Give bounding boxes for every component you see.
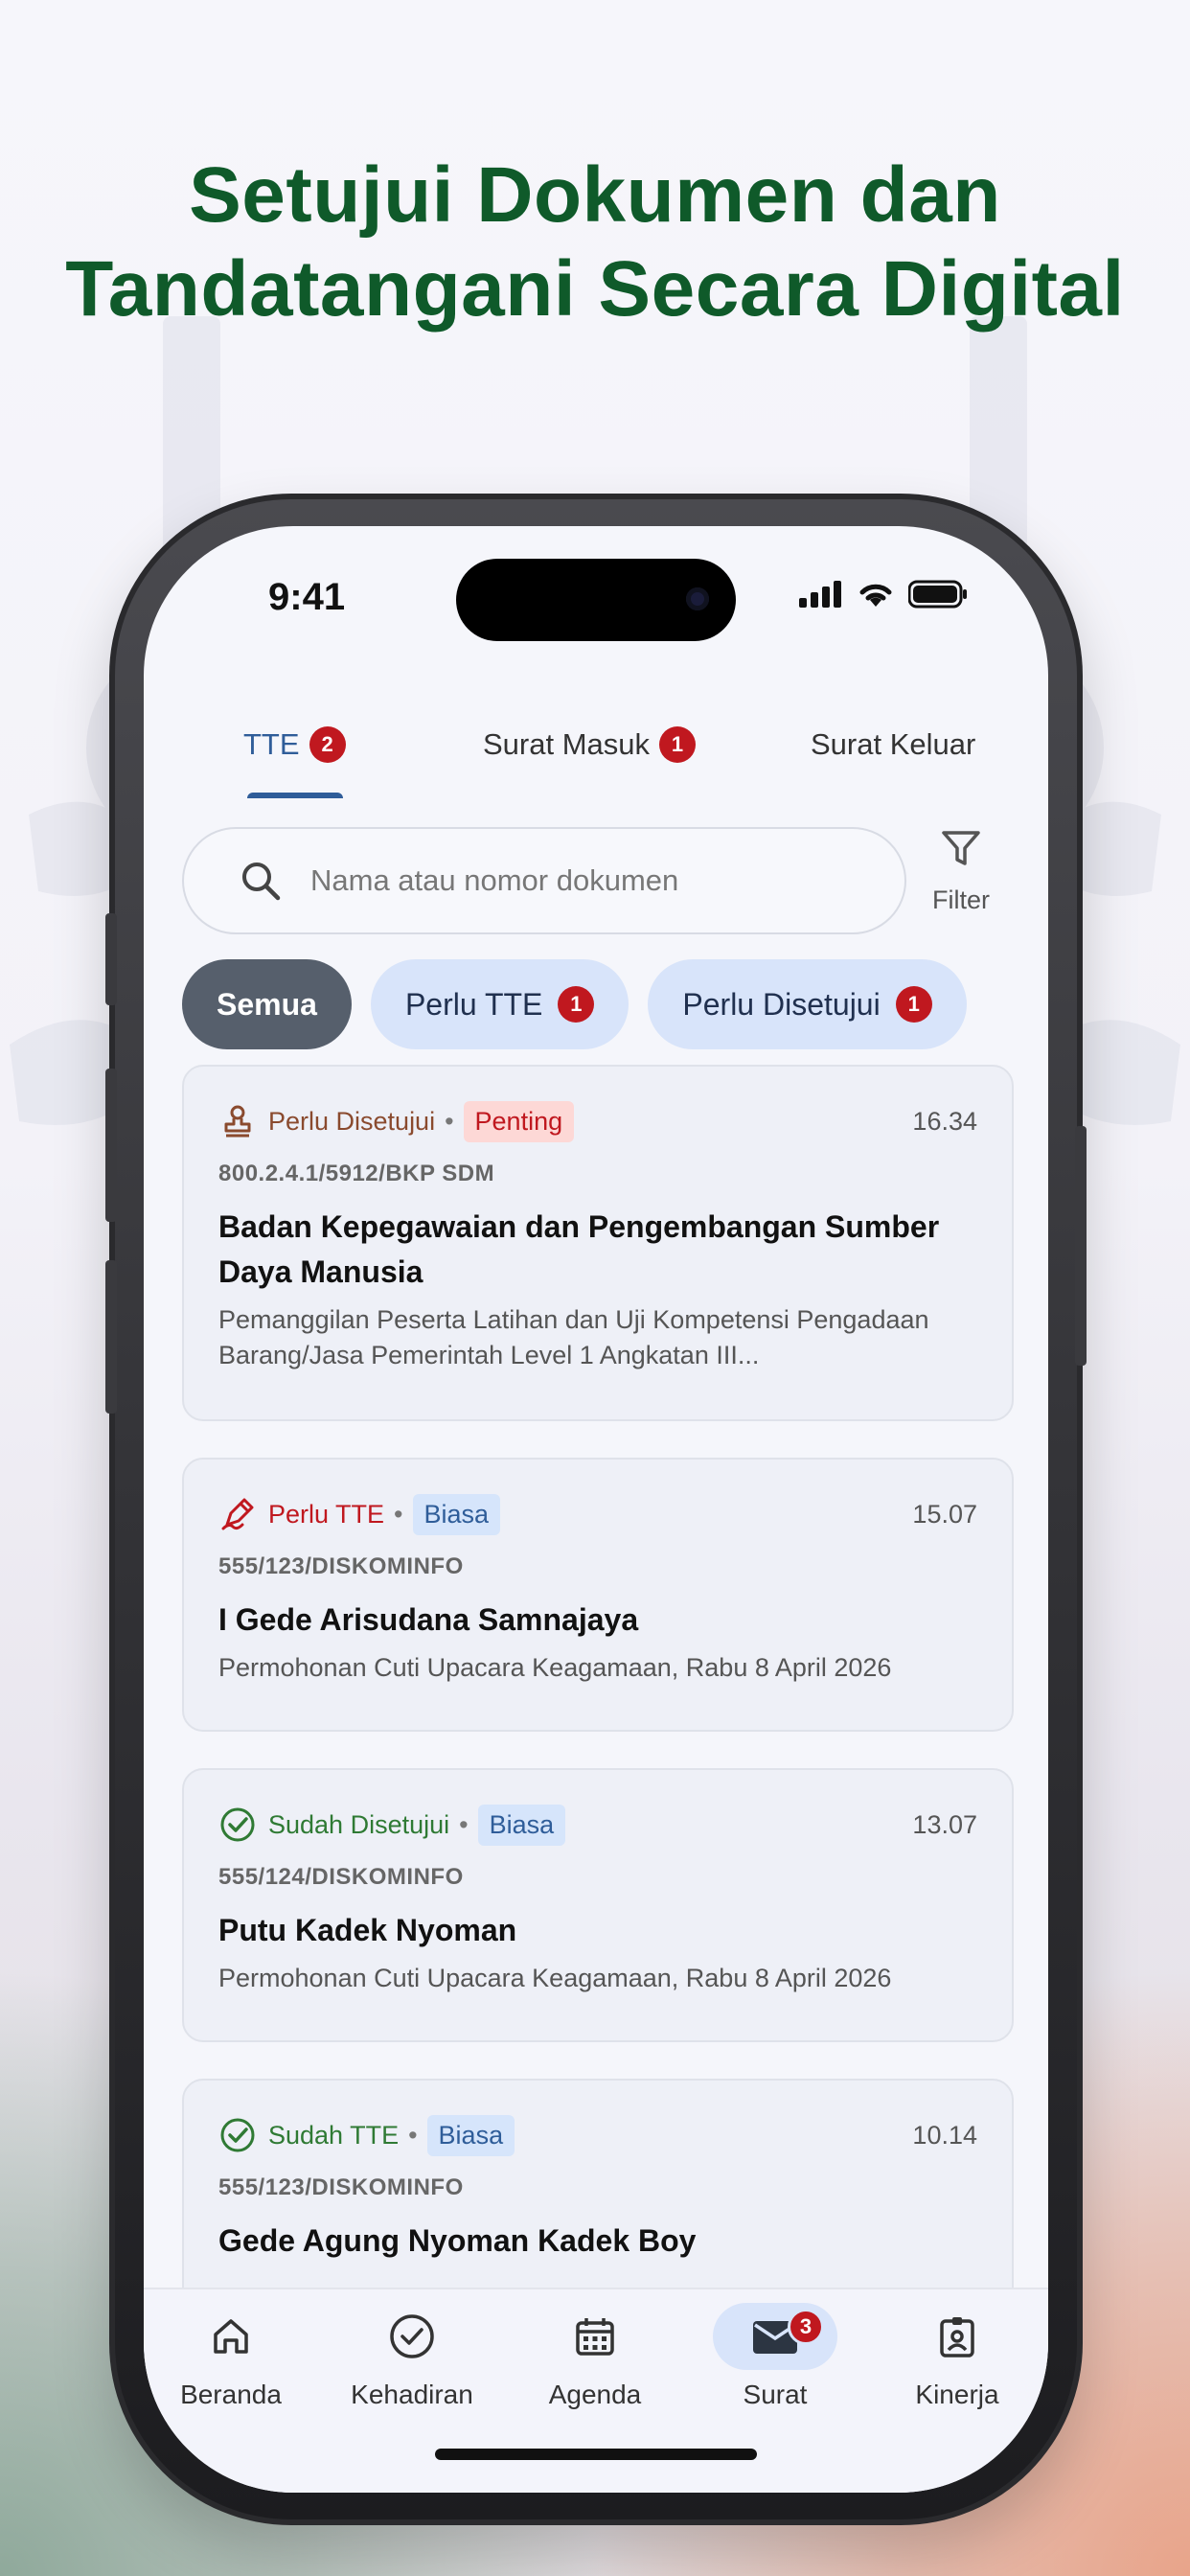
chip-perlu-disetujui-label: Perlu Disetujui bbox=[682, 986, 881, 1022]
home-icon bbox=[149, 2303, 312, 2370]
check-circle-icon bbox=[331, 2303, 493, 2370]
battery-icon bbox=[908, 580, 967, 609]
card-header: Sudah TTE • Biasa 10.14 bbox=[218, 2113, 977, 2157]
tab-surat-masuk[interactable]: Surat Masuk 1 bbox=[483, 697, 697, 793]
priority-badge: Biasa bbox=[412, 1493, 501, 1535]
filter-chips: Semua Perlu TTE 1 Perlu Disetujui 1 bbox=[182, 959, 967, 1049]
volume-up-button bbox=[105, 1069, 117, 1222]
document-time: 16.34 bbox=[912, 1106, 977, 1136]
search-icon bbox=[242, 862, 281, 901]
action-button bbox=[105, 913, 117, 1005]
document-card[interactable]: Perlu TTE • Biasa 15.07 555/123/DISKOMIN… bbox=[182, 1458, 1014, 1732]
status-time: 9:41 bbox=[268, 576, 346, 618]
document-time: 15.07 bbox=[912, 1499, 977, 1529]
home-indicator[interactable] bbox=[435, 2449, 757, 2460]
nav-beranda-label: Beranda bbox=[180, 2380, 282, 2409]
app-screen: 9:41 TTE 2 Surat Masuk 1 Surat Keluar Na… bbox=[144, 526, 1048, 2493]
document-card[interactable]: Perlu Disetujui • Penting 16.34 800.2.4.… bbox=[182, 1065, 1014, 1421]
mail-icon: 3 bbox=[713, 2303, 837, 2370]
check-circle-icon bbox=[218, 1806, 257, 1844]
chip-perlu-tte-badge: 1 bbox=[558, 986, 595, 1023]
filter-icon bbox=[942, 831, 980, 865]
tab-tte-label: TTE bbox=[243, 727, 300, 761]
document-status: Perlu Disetujui bbox=[268, 1106, 436, 1136]
document-number: 800.2.4.1/5912/BKP SDM bbox=[218, 1161, 495, 1186]
phone-frame: 9:41 TTE 2 Surat Masuk 1 Surat Keluar Na… bbox=[105, 494, 1087, 2525]
document-description: Permohonan Cuti Upacara Keagamaan, Rabu … bbox=[218, 1653, 892, 1682]
document-card[interactable]: Sudah Disetujui • Biasa 13.07 555/124/DI… bbox=[182, 1768, 1014, 2042]
document-status: Perlu TTE bbox=[268, 1499, 385, 1529]
tab-surat-masuk-badge: 1 bbox=[659, 726, 697, 763]
chip-semua-label: Semua bbox=[217, 986, 317, 1022]
document-time: 10.14 bbox=[912, 2120, 977, 2150]
active-tab-indicator bbox=[247, 793, 343, 798]
card-header: Perlu Disetujui • Penting 16.34 bbox=[218, 1099, 977, 1143]
nav-kehadiran-label: Kehadiran bbox=[351, 2380, 473, 2409]
document-number: 555/123/DISKOMINFO bbox=[218, 2174, 464, 2200]
document-description: Permohonan Cuti Upacara Keagamaan, Rabu … bbox=[218, 1964, 892, 1992]
chip-perlu-disetujui[interactable]: Perlu Disetujui 1 bbox=[648, 959, 967, 1049]
tab-tte-badge: 2 bbox=[309, 726, 346, 763]
nav-kinerja-label: Kinerja bbox=[915, 2380, 999, 2409]
bottom-navigation: Beranda Kehadiran Agenda 3 Surat Kinerja bbox=[144, 2288, 1048, 2493]
chip-perlu-tte-label: Perlu TTE bbox=[404, 986, 543, 1022]
filter-button[interactable]: Filter bbox=[918, 829, 1004, 915]
volume-down-button bbox=[105, 1260, 117, 1414]
nav-kehadiran[interactable]: Kehadiran bbox=[331, 2303, 493, 2410]
nav-agenda-label: Agenda bbox=[548, 2380, 642, 2409]
nav-kinerja[interactable]: Kinerja bbox=[876, 2303, 1039, 2410]
tab-surat-masuk-label: Surat Masuk bbox=[483, 727, 651, 761]
chip-semua[interactable]: Semua bbox=[182, 959, 352, 1049]
document-number: 555/124/DISKOMINFO bbox=[218, 1864, 464, 1890]
status-icons bbox=[799, 580, 968, 609]
chip-perlu-disetujui-badge: 1 bbox=[895, 986, 932, 1023]
headline-line-2: Tandatangani Secara Digital bbox=[65, 245, 1125, 333]
priority-badge: Biasa bbox=[477, 1804, 566, 1846]
document-description: Pemanggilan Peserta Latihan dan Uji Komp… bbox=[218, 1305, 929, 1369]
tab-surat-keluar-label: Surat Keluar bbox=[811, 727, 976, 761]
marketing-headline: Setujui Dokumen dan Tandatangani Secara … bbox=[0, 149, 1190, 336]
document-title: Gede Agung Nyoman Kadek Boy bbox=[218, 2223, 697, 2258]
calendar-icon bbox=[514, 2303, 676, 2370]
signature-icon bbox=[218, 1495, 257, 1533]
check-circle-icon bbox=[218, 2116, 257, 2154]
stamp-icon bbox=[218, 1102, 257, 1140]
nav-beranda[interactable]: Beranda bbox=[149, 2303, 312, 2410]
document-time: 13.07 bbox=[912, 1809, 977, 1839]
tab-tte[interactable]: TTE 2 bbox=[243, 697, 346, 793]
nav-surat-label: Surat bbox=[743, 2380, 808, 2409]
headline-line-1: Setujui Dokumen dan bbox=[189, 151, 1001, 239]
search-placeholder: Nama atau nomor dokumen bbox=[310, 863, 679, 897]
document-title: Badan Kepegawaian dan Pengembangan Sumbe… bbox=[218, 1209, 940, 1289]
card-header: Perlu TTE • Biasa 15.07 bbox=[218, 1492, 977, 1536]
document-number: 555/123/DISKOMINFO bbox=[218, 1553, 464, 1579]
document-status: Sudah Disetujui bbox=[268, 1809, 450, 1839]
signal-icon bbox=[799, 581, 841, 608]
search-input[interactable]: Nama atau nomor dokumen bbox=[182, 827, 906, 934]
document-tabs: TTE 2 Surat Masuk 1 Surat Keluar bbox=[144, 697, 1048, 798]
priority-badge: Biasa bbox=[426, 2114, 515, 2156]
filter-label: Filter bbox=[932, 886, 990, 914]
nav-surat[interactable]: 3 Surat bbox=[694, 2303, 857, 2410]
document-status: Sudah TTE bbox=[268, 2120, 400, 2150]
document-title: Putu Kadek Nyoman bbox=[218, 1913, 517, 1947]
nav-surat-badge: 3 bbox=[788, 2309, 824, 2345]
dynamic-island bbox=[456, 559, 736, 641]
document-title: I Gede Arisudana Samnajaya bbox=[218, 1602, 639, 1637]
tab-surat-keluar[interactable]: Surat Keluar bbox=[811, 697, 975, 793]
card-header: Sudah Disetujui • Biasa 13.07 bbox=[218, 1803, 977, 1847]
badge-icon bbox=[876, 2303, 1039, 2370]
chip-perlu-tte[interactable]: Perlu TTE 1 bbox=[370, 959, 629, 1049]
power-button bbox=[1075, 1126, 1087, 1366]
wifi-icon bbox=[859, 584, 892, 607]
nav-agenda[interactable]: Agenda bbox=[514, 2303, 676, 2410]
priority-badge: Penting bbox=[463, 1100, 575, 1142]
